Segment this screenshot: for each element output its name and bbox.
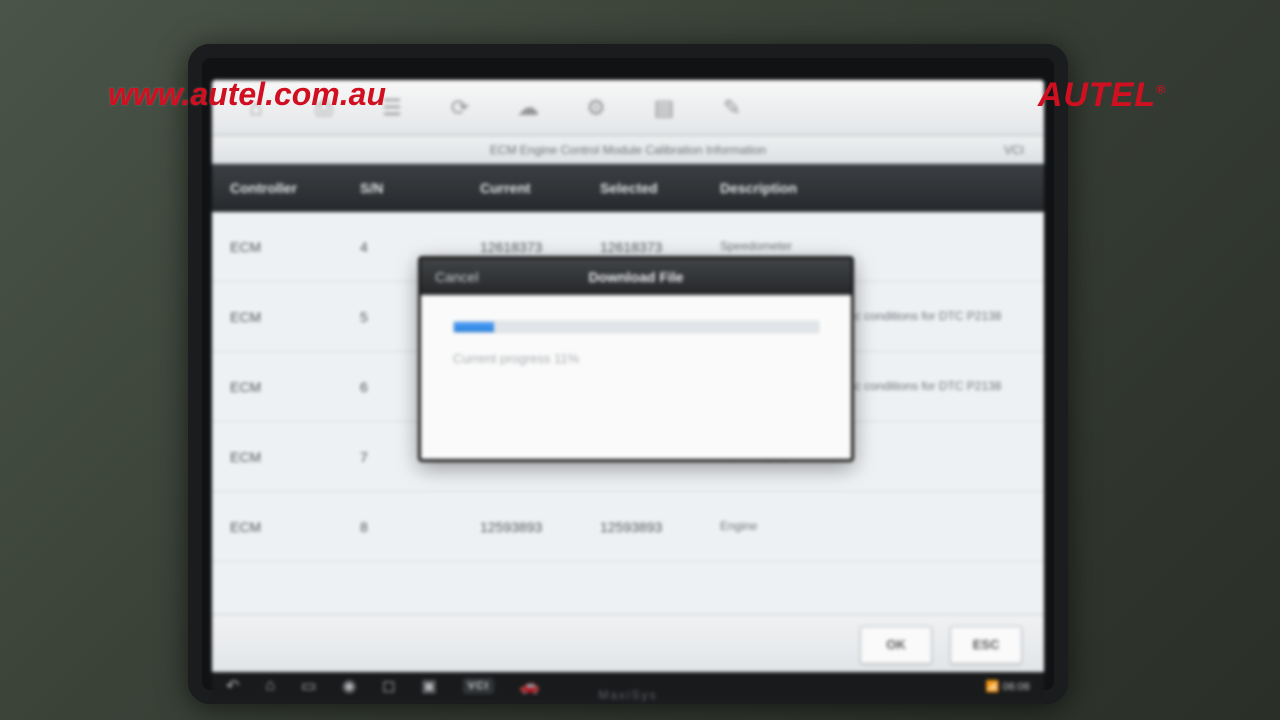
subtitle-text: ECM Engine Control Module Calibration In…	[212, 143, 1044, 157]
car-icon[interactable]: 🚗	[520, 676, 540, 696]
vci-badge[interactable]: VCI	[463, 678, 494, 694]
col-sn: S/N	[352, 180, 472, 196]
watermark-logo: AUTEL®	[1038, 76, 1166, 115]
edit-icon[interactable]: ✎	[718, 94, 746, 122]
progress-fill	[454, 322, 494, 332]
col-current: Current	[472, 180, 592, 196]
nav-home-icon[interactable]: ⌂	[265, 677, 275, 695]
col-controller: Controller	[222, 180, 352, 196]
dialog-titlebar: Cancel Download File	[421, 259, 851, 295]
progress-bar	[453, 321, 819, 333]
watermark-url: www.autel.com.au	[108, 76, 386, 113]
dialog-title: Download File	[421, 269, 851, 285]
column-header: Controller S/N Current Selected Descript…	[212, 164, 1044, 212]
gear-icon[interactable]: ⚙	[582, 94, 610, 122]
save-icon[interactable]: ▤	[650, 94, 678, 122]
col-description: Description	[712, 180, 1034, 196]
recent-icon[interactable]: ▭	[301, 676, 316, 696]
device-brand: MaxiSys	[598, 688, 657, 702]
app-icon[interactable]: ▣	[421, 676, 436, 696]
ok-button[interactable]: OK	[860, 626, 932, 664]
cloud-icon[interactable]: ☁	[514, 94, 542, 122]
esc-button[interactable]: ESC	[950, 626, 1022, 664]
col-selected: Selected	[592, 180, 712, 196]
progress-label: Current progress 11%	[453, 351, 819, 366]
refresh-icon[interactable]: ⟳	[446, 94, 474, 122]
table-row[interactable]: ECM 8 12593893 12593893 Engine	[212, 492, 1044, 562]
browser-icon[interactable]: ◉	[342, 676, 356, 696]
clock: 📶 06:06	[986, 680, 1030, 693]
footer: OK ESC	[212, 614, 1044, 674]
back-icon[interactable]: ↶	[226, 676, 239, 696]
camera-icon[interactable]: ◻	[382, 676, 395, 696]
subtitle-bar: ECM Engine Control Module Calibration In…	[212, 136, 1044, 164]
tablet-frame: ⌂ ⎙ ☰ ⟳ ☁ ⚙ ▤ ✎ ECM Engine Control Modul…	[188, 44, 1068, 704]
screen: ⌂ ⎙ ☰ ⟳ ☁ ⚙ ▤ ✎ ECM Engine Control Modul…	[212, 80, 1044, 674]
download-dialog: Cancel Download File Current progress 11…	[418, 256, 854, 462]
